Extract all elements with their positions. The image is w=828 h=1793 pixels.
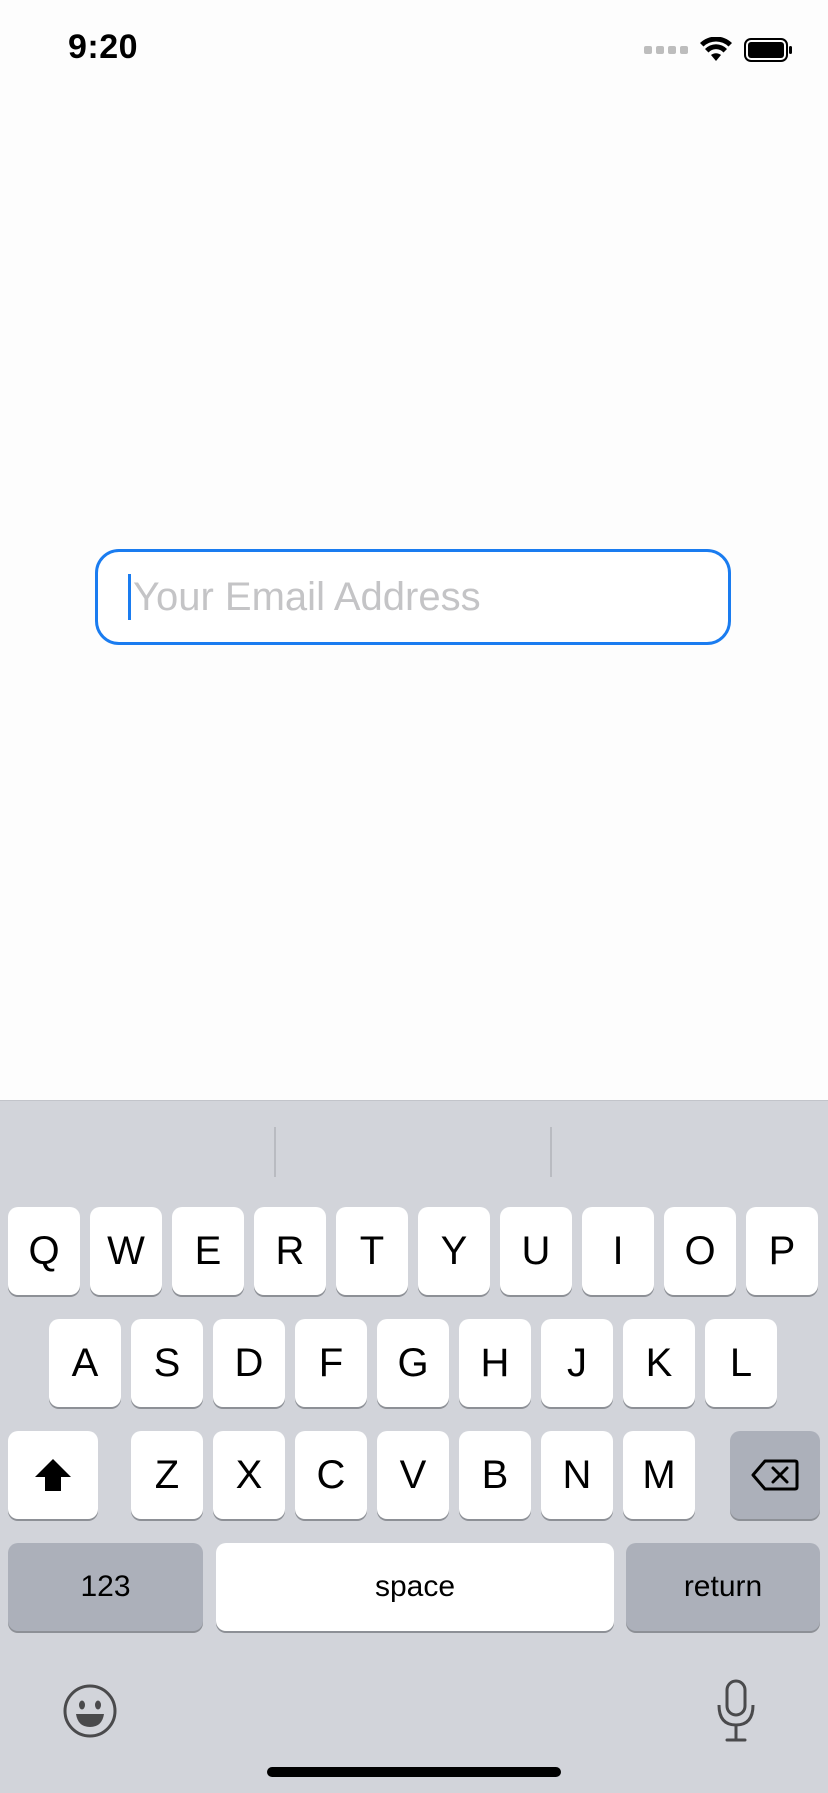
key-r[interactable]: R bbox=[254, 1207, 326, 1295]
email-field[interactable] bbox=[95, 549, 731, 645]
key-l[interactable]: L bbox=[705, 1319, 777, 1407]
key-c[interactable]: C bbox=[295, 1431, 367, 1519]
key-b[interactable]: B bbox=[459, 1431, 531, 1519]
backspace-icon bbox=[751, 1459, 799, 1491]
key-n[interactable]: N bbox=[541, 1431, 613, 1519]
space-key[interactable]: space bbox=[216, 1543, 614, 1631]
key-g[interactable]: G bbox=[377, 1319, 449, 1407]
key-e[interactable]: E bbox=[172, 1207, 244, 1295]
battery-icon bbox=[744, 38, 792, 62]
key-s[interactable]: S bbox=[131, 1319, 203, 1407]
key-q[interactable]: Q bbox=[8, 1207, 80, 1295]
status-bar: 9:20 bbox=[0, 0, 828, 100]
key-y[interactable]: Y bbox=[418, 1207, 490, 1295]
key-u[interactable]: U bbox=[500, 1207, 572, 1295]
microphone-icon[interactable] bbox=[716, 1679, 756, 1743]
wifi-icon bbox=[700, 37, 732, 61]
suggestion-divider bbox=[550, 1127, 552, 1177]
suggestion-divider bbox=[274, 1127, 276, 1177]
shift-key[interactable] bbox=[8, 1431, 98, 1519]
key-j[interactable]: J bbox=[541, 1319, 613, 1407]
backspace-key[interactable] bbox=[730, 1431, 820, 1519]
key-v[interactable]: V bbox=[377, 1431, 449, 1519]
key-h[interactable]: H bbox=[459, 1319, 531, 1407]
email-input[interactable] bbox=[133, 574, 693, 620]
key-i[interactable]: I bbox=[582, 1207, 654, 1295]
return-key[interactable]: return bbox=[626, 1543, 820, 1631]
key-x[interactable]: X bbox=[213, 1431, 285, 1519]
key-p[interactable]: P bbox=[746, 1207, 818, 1295]
home-indicator bbox=[267, 1767, 561, 1777]
key-z[interactable]: Z bbox=[131, 1431, 203, 1519]
suggestion-bar bbox=[0, 1101, 828, 1201]
status-time: 9:20 bbox=[68, 28, 139, 66]
shift-icon bbox=[35, 1459, 71, 1491]
key-a[interactable]: A bbox=[49, 1319, 121, 1407]
keyboard: Q W E R T Y U I O P A S D F G H J K L Z … bbox=[0, 1100, 828, 1793]
key-f[interactable]: F bbox=[295, 1319, 367, 1407]
text-caret bbox=[128, 574, 131, 620]
emoji-icon[interactable] bbox=[62, 1683, 118, 1739]
key-w[interactable]: W bbox=[90, 1207, 162, 1295]
key-t[interactable]: T bbox=[336, 1207, 408, 1295]
cellular-signal-icon bbox=[644, 46, 688, 54]
status-icons bbox=[644, 34, 794, 66]
numbers-key[interactable]: 123 bbox=[8, 1543, 203, 1631]
key-o[interactable]: O bbox=[664, 1207, 736, 1295]
key-d[interactable]: D bbox=[213, 1319, 285, 1407]
key-k[interactable]: K bbox=[623, 1319, 695, 1407]
key-m[interactable]: M bbox=[623, 1431, 695, 1519]
